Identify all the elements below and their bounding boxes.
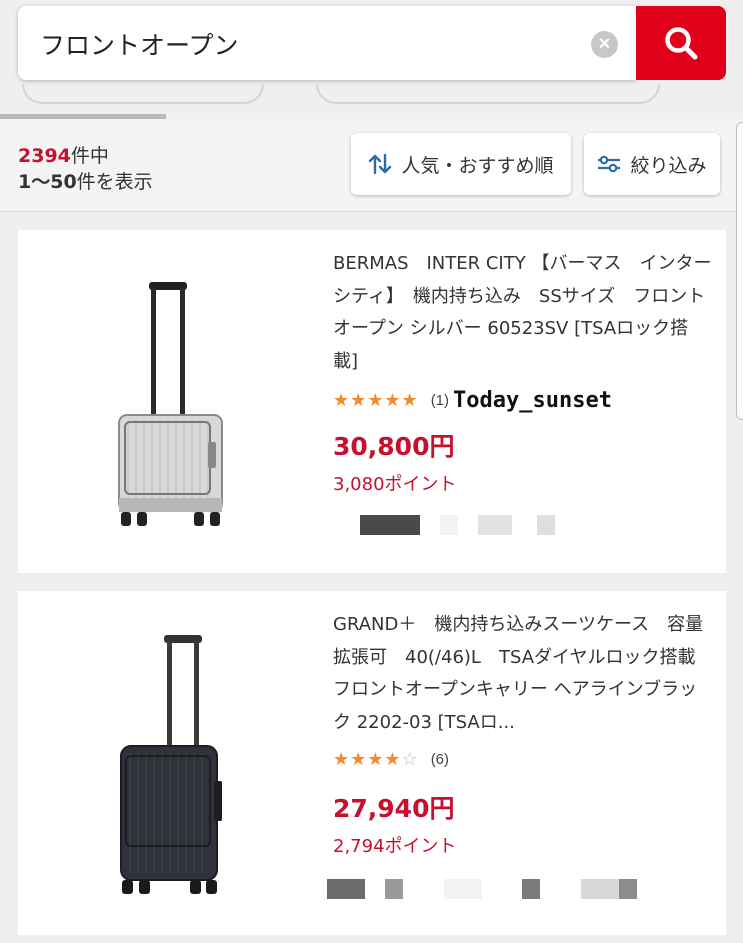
filter-chip[interactable]	[22, 84, 264, 104]
result-total: 2394件中	[18, 141, 109, 168]
rating-row: ★★★★★ (1) Today_sunset	[333, 388, 612, 413]
color-swatches	[333, 515, 573, 535]
product-price: 27,940円	[333, 794, 455, 823]
star-rating-icon: ★★★★☆	[333, 749, 419, 769]
color-swatch[interactable]	[478, 515, 512, 535]
star-rating-icon: ★★★★★	[333, 390, 419, 410]
color-swatch[interactable]	[444, 879, 482, 899]
color-swatch[interactable]	[619, 879, 637, 899]
product-title[interactable]: BERMAS INTER CITY 【バーマス インターシティ】 機内持ち込み …	[333, 248, 713, 378]
product-points: 3,080ポイント	[333, 474, 457, 495]
color-swatch[interactable]	[385, 879, 403, 899]
color-swatch[interactable]	[440, 515, 458, 535]
sliders-icon	[598, 155, 621, 173]
result-header: 2394件中 1〜50件を表示 人気・おすすめ順 絞り込み	[0, 119, 743, 212]
color-swatch[interactable]	[537, 515, 555, 535]
search-input[interactable]	[40, 26, 580, 62]
search-button[interactable]	[636, 6, 726, 80]
sort-arrows-icon	[369, 153, 392, 175]
filter-button[interactable]: 絞り込み	[584, 133, 720, 195]
filter-chip[interactable]	[316, 84, 660, 104]
close-circle-icon[interactable]: ×	[591, 31, 618, 58]
filter-label: 絞り込み	[630, 154, 707, 177]
result-total-suffix: 件中	[70, 145, 109, 167]
product-card[interactable]: BERMAS INTER CITY 【バーマス インターシティ】 機内持ち込み …	[18, 230, 726, 573]
search-icon	[665, 27, 698, 60]
rating-row: ★★★★☆ (6)	[333, 749, 449, 770]
product-card[interactable]: GRAND＋ 機内持ち込みスーツケース 容量拡張可 40(/46)L TSAダイ…	[18, 591, 726, 935]
product-points: 2,794ポイント	[333, 836, 457, 857]
result-range: 1〜50件を表示	[18, 167, 153, 194]
review-count[interactable]: (6)	[431, 751, 449, 768]
product-image-black-suitcase[interactable]	[18, 591, 318, 935]
result-range-suffix: 件を表示	[76, 171, 153, 193]
product-title[interactable]: GRAND＋ 機内持ち込みスーツケース 容量拡張可 40(/46)L TSAダイ…	[333, 609, 713, 739]
color-swatches	[327, 879, 653, 899]
color-swatch[interactable]	[327, 879, 365, 899]
search-box: ×	[18, 6, 636, 80]
product-price: 30,800円	[333, 432, 455, 461]
overlay-text: Today_sunset	[453, 388, 612, 413]
review-count[interactable]: (1)	[431, 392, 449, 409]
result-range-value: 1〜50	[18, 171, 77, 193]
result-total-count: 2394	[18, 145, 71, 167]
sort-button[interactable]: 人気・おすすめ順	[351, 133, 571, 195]
color-swatch[interactable]	[360, 515, 420, 535]
color-swatch[interactable]	[522, 879, 540, 899]
product-image-silver-suitcase[interactable]	[18, 230, 318, 573]
search-bar: ×	[18, 6, 726, 80]
color-swatch[interactable]	[581, 879, 619, 899]
sort-label: 人気・おすすめ順	[401, 154, 554, 177]
scroll-indicator[interactable]	[736, 122, 743, 420]
